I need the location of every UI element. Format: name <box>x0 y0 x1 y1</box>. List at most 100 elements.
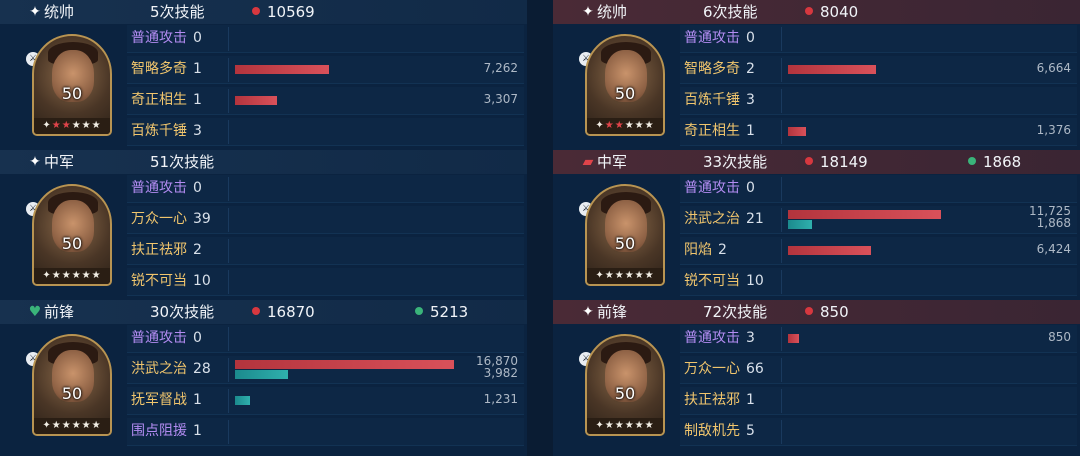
green-dot-icon <box>968 157 976 165</box>
red-dot-icon <box>805 157 813 165</box>
skill-row[interactable]: 普通攻击 3 850 <box>680 325 1077 353</box>
general-portrait[interactable]: 50 ✦★★★★★ <box>32 34 112 136</box>
skill-name: 智略多奇 <box>684 61 740 77</box>
row-divider <box>781 270 782 294</box>
skill-row[interactable]: 锐不可当 10 <box>127 268 524 296</box>
skill-row[interactable]: 扶正祛邪 1 <box>680 387 1077 415</box>
general-portrait[interactable]: 50 ✦★★★★★ <box>32 334 112 436</box>
star-icon: ★★★★★ <box>51 270 102 281</box>
skill-name: 万众一心 <box>131 211 187 227</box>
panel-divider <box>527 0 553 456</box>
row-divider <box>781 327 782 351</box>
damage-bar-value: 6,664 <box>1036 61 1071 75</box>
skill-count-value: 2 <box>718 242 727 258</box>
skill-count-value: 0 <box>193 330 202 346</box>
skill-row[interactable]: 阳焰 2 6,424 <box>680 237 1077 265</box>
skill-count-value: 0 <box>746 30 755 46</box>
row-divider <box>228 177 229 201</box>
skill-row[interactable]: 普通攻击 0 <box>127 175 524 203</box>
star-icon: ★★★★★ <box>604 270 655 281</box>
red-star-icon: ★★ <box>51 120 72 131</box>
damage-bar <box>788 127 806 136</box>
general-portrait[interactable]: 50 ✦★★★★★ <box>585 34 665 136</box>
general-block[interactable]: ✦ 前锋 72次技能 850 ⚔ 50 ✦★★★★★ 普通攻击 3 850 万众一心 66 扶正祛邪 1 制… <box>553 300 1080 450</box>
skill-count-value: 5 <box>746 423 755 439</box>
skill-count-value: 1 <box>746 123 755 139</box>
star-icon: ✦ <box>595 420 605 431</box>
skill-count-value: 3 <box>746 92 755 108</box>
general-header: ▰ 中军 33次技能 18149 1868 <box>553 150 1080 174</box>
row-divider <box>781 177 782 201</box>
damage-total: 18149 <box>805 150 868 174</box>
skill-row[interactable]: 洪武之治 28 16,870 3,982 <box>127 354 524 384</box>
skill-row[interactable]: 百炼千锤 3 <box>680 87 1077 115</box>
skill-row[interactable]: 普通攻击 0 <box>680 25 1077 53</box>
general-portrait[interactable]: 50 ✦★★★★★ <box>585 334 665 436</box>
skill-row[interactable]: 扶正祛邪 2 <box>127 237 524 265</box>
skill-row[interactable]: 奇正相生 1 1,376 <box>680 118 1077 146</box>
skill-row[interactable]: 智略多奇 2 6,664 <box>680 56 1077 84</box>
row-divider <box>228 420 229 444</box>
skill-row[interactable]: 普通攻击 0 <box>127 325 524 353</box>
skill-count-value: 0 <box>746 180 755 196</box>
red-dot-icon <box>805 307 813 315</box>
skill-row[interactable]: 制敌机先 5 <box>680 418 1077 446</box>
damage-value: 18149 <box>820 153 868 171</box>
skill-row[interactable]: 普通攻击 0 <box>680 175 1077 203</box>
skill-row[interactable]: 围点阻援 1 <box>127 418 524 446</box>
ally-team-panel: ✦ 统帅 5次技能 10569 ⚔ 50 ✦★★★★★ 普通攻击 0 智略多奇 1 7,262 奇正相生… <box>0 0 527 456</box>
skill-row[interactable]: 抚军督战 1 1,231 <box>127 387 524 415</box>
skill-row[interactable]: 奇正相生 1 3,307 <box>127 87 524 115</box>
skill-name: 智略多奇 <box>131 61 187 77</box>
red-dot-icon <box>805 7 813 15</box>
general-portrait[interactable]: 50 ✦★★★★★ <box>32 184 112 286</box>
skill-label: 洪武之治 21 <box>684 206 764 232</box>
general-block[interactable]: ▰ 中军 33次技能 18149 1868 ⚔ 50 ✦★★★★★ 普通攻击 0 洪武之治 21 11,… <box>553 150 1080 300</box>
skill-row[interactable]: 智略多奇 1 7,262 <box>127 56 524 84</box>
skill-label: 洪武之治 28 <box>131 356 211 382</box>
skill-row[interactable]: 普通攻击 0 <box>127 25 524 53</box>
skill-row[interactable]: 万众一心 66 <box>680 356 1077 384</box>
damage-total: 8040 <box>805 0 858 24</box>
general-block[interactable]: ✦ 统帅 6次技能 8040 ⚔ 50 ✦★★★★★ 普通攻击 0 智略多奇 2 6,664 百炼千锤 3… <box>553 0 1080 150</box>
skill-count-value: 1 <box>193 423 202 439</box>
sparkle-icon: ✦ <box>582 4 594 20</box>
skill-name: 普通攻击 <box>684 330 740 346</box>
row-divider <box>228 327 229 351</box>
skill-count: 5次技能 <box>150 3 205 21</box>
general-block[interactable]: ✦ 统帅 5次技能 10569 ⚔ 50 ✦★★★★★ 普通攻击 0 智略多奇 1 7,262 奇正相生… <box>0 0 527 150</box>
general-portrait[interactable]: 50 ✦★★★★★ <box>585 184 665 286</box>
damage-bar <box>235 65 329 74</box>
skill-label: 万众一心 39 <box>131 206 211 232</box>
skill-row[interactable]: 洪武之治 21 11,725 1,868 <box>680 204 1077 234</box>
row-divider <box>781 58 782 82</box>
star-icon: ★★★★★ <box>604 420 655 431</box>
skill-row[interactable]: 锐不可当 10 <box>680 268 1077 296</box>
skill-count-value: 3 <box>193 123 202 139</box>
row-divider <box>228 358 229 382</box>
damage-bar-value: 3,307 <box>483 92 518 106</box>
skill-count-value: 1 <box>193 61 202 77</box>
general-block[interactable]: ✦ 中军 51次技能 ⚔ 50 ✦★★★★★ 普通攻击 0 万众一心 39 扶正祛邪 2 锐不可当 10 <box>0 150 527 300</box>
skill-count-value: 1 <box>746 392 755 408</box>
heal-value: 1868 <box>983 153 1022 171</box>
damage-bar <box>235 360 454 369</box>
heal-total: 5213 <box>415 300 468 324</box>
skill-count-value: 0 <box>193 30 202 46</box>
skill-count-value: 10 <box>193 273 211 289</box>
skill-name: 洪武之治 <box>684 211 740 227</box>
skill-label: 制敌机先 5 <box>684 418 755 444</box>
skill-name: 洪武之治 <box>131 361 187 377</box>
star-icon: ✦ <box>42 420 52 431</box>
skill-row[interactable]: 万众一心 39 <box>127 206 524 234</box>
general-header: ♥ 前锋 30次技能 16870 5213 <box>0 300 527 324</box>
star-icon: ✦ <box>595 270 605 281</box>
row-divider <box>228 27 229 51</box>
skill-name: 奇正相生 <box>131 92 187 108</box>
row-divider <box>228 58 229 82</box>
general-block[interactable]: ♥ 前锋 30次技能 16870 5213 ⚔ 50 ✦★★★★★ 普通攻击 0 洪武之治 28 16,… <box>0 300 527 450</box>
skill-row[interactable]: 百炼千锤 3 <box>127 118 524 146</box>
row-divider <box>228 208 229 232</box>
damage-value: 8040 <box>820 3 859 21</box>
heal-bar-value: 1,231 <box>483 392 518 406</box>
